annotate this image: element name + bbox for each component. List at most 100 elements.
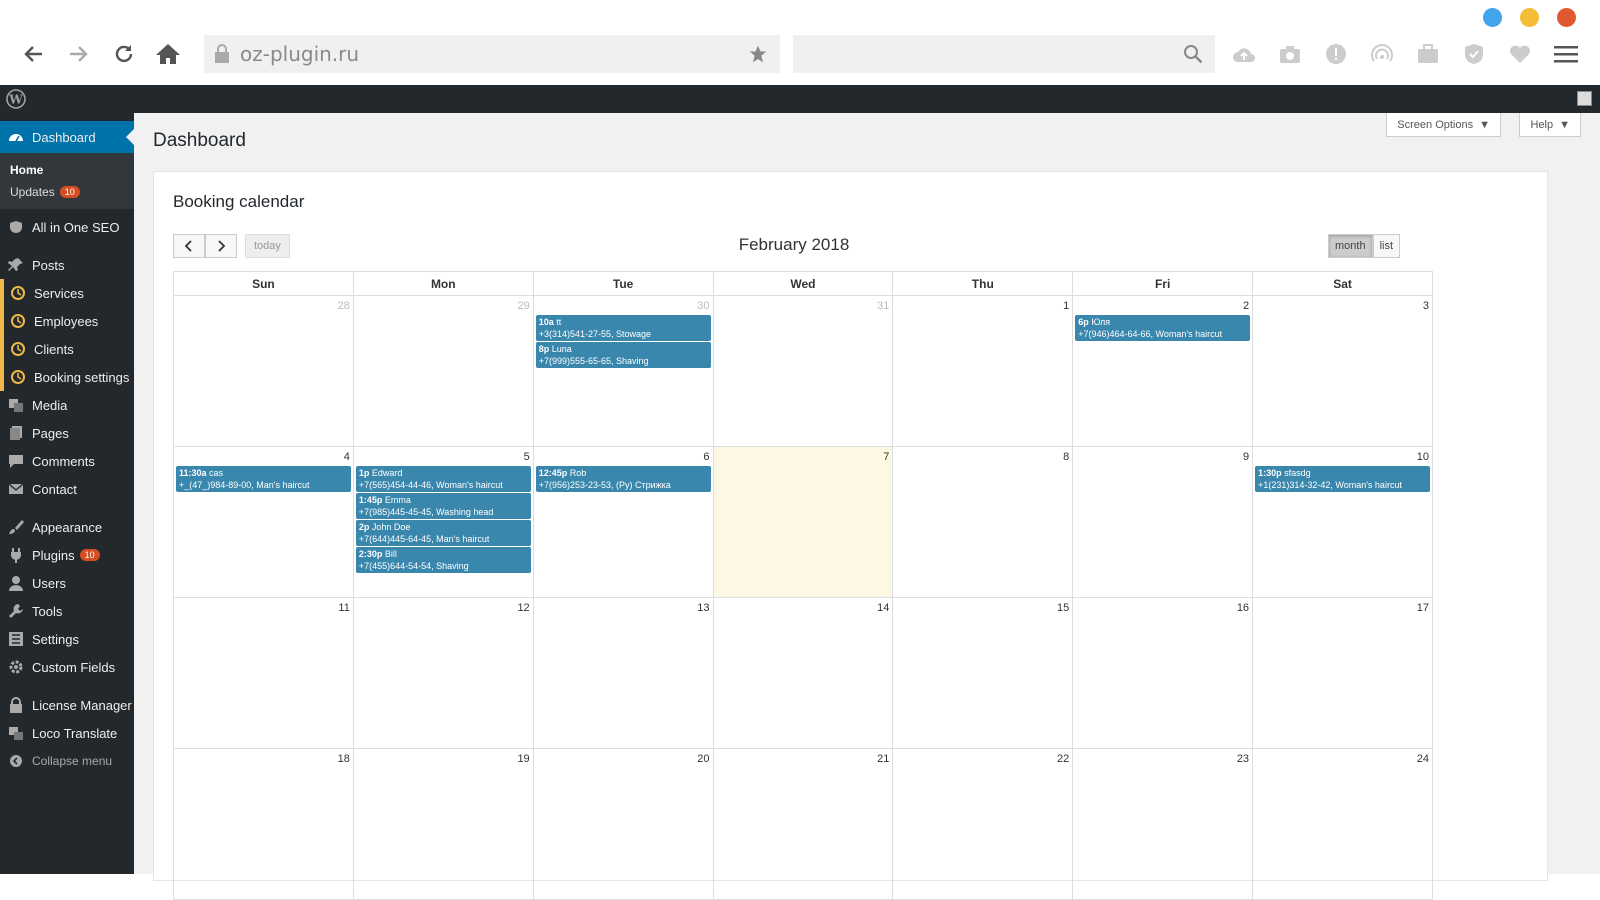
- submenu-item-updates[interactable]: Updates 10: [0, 181, 134, 203]
- screen-options-button[interactable]: Screen Options ▼: [1386, 113, 1501, 137]
- home-button[interactable]: [154, 40, 182, 68]
- sidebar-item-license-manager[interactable]: License Manager: [0, 691, 134, 719]
- sidebar-item-plugins[interactable]: Plugins 10: [0, 541, 134, 569]
- translate-icon: [8, 725, 24, 741]
- sidebar-item-dashboard[interactable]: Dashboard: [0, 121, 134, 153]
- sidebar-item-loco-translate[interactable]: Loco Translate: [0, 719, 134, 747]
- back-button[interactable]: [20, 40, 48, 68]
- sidebar-item-all-in-one-seo[interactable]: All in One SEO: [0, 213, 134, 241]
- address-bar[interactable]: oz-plugin.ru: [204, 35, 780, 73]
- calendar-day-cell[interactable]: 22: [892, 748, 1074, 900]
- event-title-line: 10a tt: [539, 316, 708, 328]
- calendar-day-cell[interactable]: 1: [892, 295, 1074, 447]
- alert-icon[interactable]: [1324, 42, 1348, 66]
- help-button[interactable]: Help ▼: [1519, 113, 1581, 137]
- heart-icon[interactable]: [1508, 42, 1532, 66]
- sidebar-item-employees[interactable]: Employees: [0, 307, 134, 335]
- hamburger-menu-icon[interactable]: [1554, 42, 1578, 66]
- booking-event[interactable]: 1:30p sfasdg +1(231)314-32-42, Woman's ha…: [1255, 466, 1430, 492]
- sidebar-item-clients[interactable]: Clients: [0, 335, 134, 363]
- calendar-day-cell[interactable]: 29: [352, 295, 534, 447]
- sidebar-item-appearance[interactable]: Appearance: [0, 513, 134, 541]
- list-view-button[interactable]: list: [1372, 234, 1401, 258]
- day-number: 1: [1063, 300, 1070, 312]
- calendar-day-cell[interactable]: 21: [712, 748, 894, 900]
- window-dot-blue-icon[interactable]: [1483, 8, 1502, 27]
- briefcase-icon[interactable]: [1416, 42, 1440, 66]
- calendar-day-cell[interactable]: 10 1:30p sfasdg +1(231)314-32-42, Woman's …: [1252, 446, 1433, 598]
- booking-event[interactable]: 2:30p Bill +7(455)644-54-54, Shaving: [355, 547, 531, 573]
- calendar-day-cell[interactable]: 5 1p Edward +7(565)454-44-46, Woman's hair…: [352, 446, 534, 598]
- booking-event[interactable]: 2p John Doe +7(644)445-64-45, Man's hairc…: [355, 520, 531, 546]
- bookmark-star-icon[interactable]: [748, 44, 768, 64]
- sidebar-item-posts[interactable]: Posts: [0, 251, 134, 279]
- calendar-day-cell[interactable]: 3: [1252, 295, 1433, 447]
- sidebar-item-settings[interactable]: Settings: [0, 625, 134, 653]
- calendar-day-cell[interactable]: 8: [892, 446, 1074, 598]
- calendar-day-cell[interactable]: 6 12:45p Rob +7(956)253-23-53, (Ру) Стрижк…: [532, 446, 714, 598]
- search-bar[interactable]: [793, 35, 1215, 73]
- day-number: 4: [343, 451, 350, 463]
- forward-button[interactable]: [64, 40, 92, 68]
- booking-event[interactable]: 1p Edward +7(565)454-44-46, Woman's hairc…: [355, 466, 531, 492]
- reload-button[interactable]: [110, 40, 138, 68]
- user-avatar[interactable]: [1577, 91, 1592, 106]
- sidebar-item-users[interactable]: Users: [0, 569, 134, 597]
- sidebar-item-custom-fields[interactable]: Custom Fields: [0, 653, 134, 681]
- calendar-day-cell[interactable]: 16: [1072, 597, 1254, 749]
- booking-event[interactable]: 1:45p Emma +7(985)445-45-45, Washing head: [355, 493, 531, 519]
- window-controls: [1483, 8, 1576, 27]
- sidebar-item-services[interactable]: Services: [0, 279, 134, 307]
- sidebar-item-media[interactable]: Media: [0, 391, 134, 419]
- day-number: 14: [877, 602, 890, 614]
- window-dot-red-icon[interactable]: [1557, 8, 1576, 27]
- booking-event[interactable]: 12:45p Rob +7(956)253-23-53, (Ру) Стрижка: [535, 466, 711, 492]
- calendar-day-cell[interactable]: 17: [1252, 597, 1433, 749]
- shield-icon[interactable]: [1462, 42, 1486, 66]
- calendar-day-cell[interactable]: 4 11:30a cas +_(47_)984-89-00, Man's hairc…: [173, 446, 354, 598]
- sidebar-item-pages[interactable]: Pages: [0, 419, 134, 447]
- broadcast-icon[interactable]: [1370, 42, 1394, 66]
- wordpress-logo-icon[interactable]: W: [6, 89, 26, 109]
- sidebar-item-contact[interactable]: Contact: [0, 475, 134, 503]
- search-input[interactable]: [793, 35, 1163, 73]
- calendar-day-cell[interactable]: 12: [352, 597, 534, 749]
- calendar-day-cell[interactable]: 11: [173, 597, 354, 749]
- cloud-upload-icon[interactable]: [1232, 42, 1256, 66]
- calendar-day-cell[interactable]: 19: [352, 748, 534, 900]
- calendar-day-cell[interactable]: 30 10a tt +3(314)541-27-55, Stowage 8p Luna…: [532, 295, 714, 447]
- calendar-day-cell[interactable]: 24: [1252, 748, 1433, 900]
- calendar-day-cell[interactable]: 23: [1072, 748, 1254, 900]
- booking-event[interactable]: 10a tt +3(314)541-27-55, Stowage: [535, 315, 711, 341]
- collapse-menu-button[interactable]: Collapse menu: [0, 747, 134, 775]
- calendar-day-cell[interactable]: 15: [892, 597, 1074, 749]
- sidebar-item-tools[interactable]: Tools: [0, 597, 134, 625]
- url-text[interactable]: oz-plugin.ru: [240, 42, 748, 66]
- month-view-button[interactable]: month: [1328, 234, 1373, 258]
- sidebar-item-comments[interactable]: Comments: [0, 447, 134, 475]
- booking-event[interactable]: 11:30a cas +_(47_)984-89-00, Man's haircu…: [176, 466, 351, 492]
- calendar-day-cell[interactable]: 20: [532, 748, 714, 900]
- calendar-day-cell[interactable]: 7: [712, 446, 894, 598]
- search-icon[interactable]: [1183, 44, 1203, 64]
- event-time: 2:30p: [358, 549, 383, 559]
- camera-icon[interactable]: [1278, 42, 1302, 66]
- event-details: +7(565)454-44-46, Woman's haircut: [358, 480, 503, 490]
- booking-event[interactable]: 8p Luna +7(999)555-65-65, Shaving: [535, 342, 711, 368]
- window-dot-yellow-icon[interactable]: [1520, 8, 1539, 27]
- calendar-day-cell[interactable]: 2 6p Юля +7(946)464-64-66, Woman's haircut: [1072, 295, 1254, 447]
- calendar-day-cell[interactable]: 13: [532, 597, 714, 749]
- booking-event[interactable]: 6p Юля +7(946)464-64-66, Woman's haircut: [1075, 315, 1251, 341]
- collapse-arrow-icon: [8, 753, 24, 769]
- submenu-item-home[interactable]: Home: [0, 159, 134, 181]
- sidebar-item-booking-settings[interactable]: Booking settings: [0, 363, 134, 391]
- calendar-day-cell[interactable]: 9: [1072, 446, 1254, 598]
- sidebar-item-label: Comments: [32, 453, 95, 469]
- calendar-day-cell[interactable]: 28: [173, 295, 354, 447]
- calendar-day-cell[interactable]: 31: [712, 295, 894, 447]
- event-time: 1p: [358, 468, 370, 478]
- day-number: 22: [1056, 753, 1070, 765]
- calendar-day-cell[interactable]: 14: [712, 597, 894, 749]
- event-time: 11:30a: [179, 468, 207, 478]
- calendar-day-cell[interactable]: 18: [173, 748, 354, 900]
